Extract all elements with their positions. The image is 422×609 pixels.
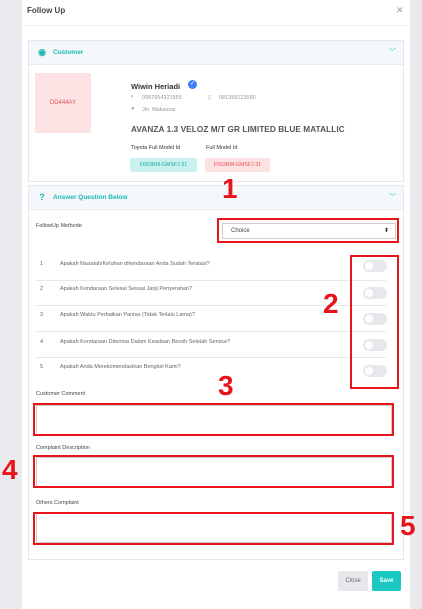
annotation-box-1 [217,218,399,243]
question-text: Apakah Kendaraan Selesai Sesuai Janji Pe… [60,286,193,292]
divider [36,331,386,332]
question-row: 2 Apakah Kendaraan Selesai Sesuai Janji … [36,280,396,300]
annotation-number-3: 3 [218,370,234,401]
question-row: 5 Apakah Anda Merekomendasikan Bengkel K… [36,358,396,378]
customer-icon: ◉ [38,47,46,57]
customer-name: Wiwin Heriadi [131,82,181,91]
question-row: 3 Apakah Waktu Perbaikan Pantas (Tidak T… [36,306,396,326]
annotation-box-5 [33,512,394,545]
customer-comment-label: Customer Comment [36,391,86,397]
modal-title: Follow Up [27,6,66,15]
question-text: Apakah Kendaraan Diterima Dalam Keadaan … [60,339,231,345]
answer-card-header[interactable]: ? Answer Question Below ﹀ [29,186,403,210]
license-plate: DD444AY [35,73,91,133]
backdrop [0,0,22,609]
chevron-down-icon[interactable]: ﹀ [389,192,396,202]
question-row: 4 Apakah Kendaraan Diterima Dalam Keadaa… [36,333,396,353]
customer-phone-2: 081359123580 [219,95,256,101]
question-number: 1 [40,261,44,267]
full-model-id-badge: F653RM-GMSFJ 31 [205,158,270,172]
verified-icon: ✓ [188,80,197,89]
followup-method-label: FollowUp Methode [36,223,82,229]
modal-header: Follow Up ✕ [22,0,410,26]
annotation-number-4: 4 [2,454,18,485]
toyota-model-id-badge: F653RM-GMSFJ 31 [130,158,197,172]
answer-card-title: Answer Question Below [53,194,128,201]
question-icon: ? [39,192,45,202]
full-model-id-label: Full Model Id [206,145,238,151]
question-text: Apakah Masalah/Keluhan dikendaraan Anda … [60,261,210,267]
annotation-box-3 [33,403,394,436]
customer-card-title: Customer [53,49,84,56]
annotation-box-2 [350,255,399,389]
close-button[interactable]: Close [338,571,368,591]
question-text: Apakah Anda Merekomendasikan Bengkel Kam… [60,364,181,370]
customer-address: Jln. Makassar [142,107,176,113]
location-icon: ● [131,106,135,112]
annotation-number-2: 2 [323,288,339,319]
person-icon: ▪ [131,94,134,100]
vehicle-name: AVANZA 1.3 VELOZ M/T GR LIMITED BLUE MAT… [131,125,345,134]
annotation-box-4 [33,455,394,488]
customer-card-header[interactable]: ◉ Customer ﹀ [29,41,403,65]
question-number: 2 [40,286,44,292]
save-button[interactable]: Save [372,571,401,591]
toyota-model-id-label: Toyota Full Model Id [131,145,181,151]
close-icon[interactable]: ✕ [396,5,404,16]
question-number: 3 [40,312,44,318]
question-row: 1 Apakah Masalah/Keluhan dikendaraan And… [36,255,396,275]
others-complaint-label: Others Complaint [36,500,79,506]
question-text: Apakah Waktu Perbaikan Pantas (Tidak Ter… [60,312,195,318]
chevron-down-icon[interactable]: ﹀ [389,47,396,57]
question-number: 4 [40,339,44,345]
complaint-description-label: Complaint Description [36,445,90,451]
phone-icon: ▯ [208,95,212,101]
annotation-number-1: 1 [222,173,238,204]
customer-phone-1: 0987654321555 [142,95,182,101]
annotation-number-5: 5 [400,510,416,541]
question-number: 5 [40,364,44,370]
